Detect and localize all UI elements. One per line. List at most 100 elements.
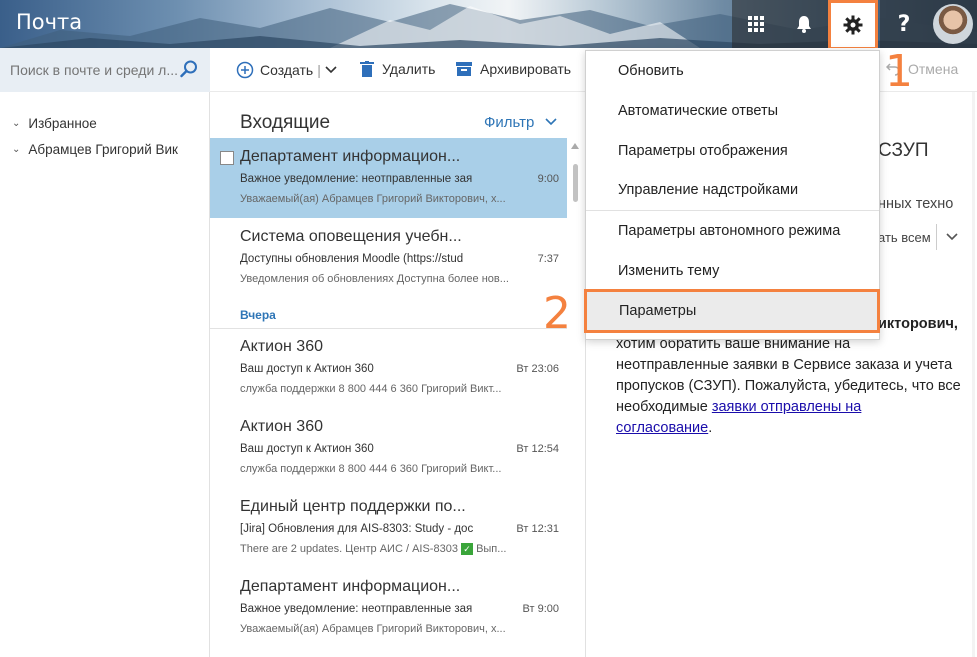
sender-fragment: нных техно bbox=[878, 196, 954, 212]
account-button[interactable] bbox=[928, 0, 977, 48]
message-preview: Уважаемый(ая) Абрамцев Григорий Викторов… bbox=[240, 623, 506, 635]
message-time: Вт 12:54 bbox=[516, 443, 559, 455]
message-preview: Уведомления об обновлениях Доступна боле… bbox=[240, 273, 509, 285]
message-subject: Ваш доступ к Актион 360 bbox=[240, 443, 374, 455]
app-grid-icon bbox=[748, 16, 764, 32]
create-label: Создать bbox=[260, 62, 314, 78]
menu-item-offline-settings[interactable]: Параметры автономного режима bbox=[586, 211, 879, 251]
body-line: пропусков (СЗУП). Пожалуйста, убедитесь,… bbox=[616, 378, 961, 394]
folder-label: Избранное bbox=[28, 116, 97, 131]
message-item[interactable]: Единый центр поддержки по... [Jira] Обно… bbox=[210, 488, 567, 568]
message-time: 9:00 bbox=[537, 173, 559, 185]
requests-link[interactable]: заявки отправлены на bbox=[712, 399, 862, 415]
help-button[interactable]: ? bbox=[880, 0, 928, 48]
message-item[interactable]: Актион 360 Ваш доступ к Актион 360 Вт 23… bbox=[210, 328, 567, 408]
folder-account[interactable]: ⌄ Абрамцев Григорий Вик bbox=[12, 142, 178, 157]
archive-button[interactable]: Архивировать bbox=[456, 61, 571, 77]
step-1-annotation: 1 bbox=[885, 46, 913, 97]
chevron-down-icon bbox=[544, 118, 557, 126]
message-preview: Уважаемый(ая) Абрамцев Григорий Викторов… bbox=[240, 193, 506, 205]
greeting-name: икторович, bbox=[878, 316, 958, 332]
search-input[interactable] bbox=[10, 62, 178, 78]
plus-circle-icon bbox=[236, 61, 254, 79]
list-scrollbar[interactable] bbox=[570, 132, 580, 657]
settings-menu: Обновить Автоматические ответы Параметры… bbox=[584, 50, 880, 340]
message-item[interactable]: Актион 360 Ваш доступ к Актион 360 Вт 12… bbox=[210, 408, 567, 488]
search-icon[interactable] bbox=[180, 60, 198, 78]
settings-button[interactable] bbox=[828, 0, 878, 50]
menu-item-change-theme[interactable]: Изменить тему bbox=[586, 251, 879, 291]
message-subject: Ваш доступ к Актион 360 bbox=[240, 363, 374, 375]
message-subject: Доступны обновления Moodle (https://stud bbox=[240, 253, 464, 265]
day-separator: Вчера bbox=[240, 308, 276, 322]
body-line: необходимые заявки отправлены на bbox=[616, 397, 976, 418]
body-line: неотправленные заявки в Сервисе заказа и… bbox=[616, 357, 953, 373]
menu-item-options[interactable]: Параметры bbox=[584, 289, 880, 333]
folder-title: Входящие bbox=[240, 112, 331, 133]
message-item[interactable]: Департамент информацион... Важное уведом… bbox=[210, 138, 567, 218]
reading-scrollbar[interactable] bbox=[972, 92, 975, 657]
undo-label: Отмена bbox=[908, 61, 959, 77]
menu-item-auto-replies[interactable]: Автоматические ответы bbox=[586, 91, 879, 131]
delete-button[interactable]: Удалить bbox=[360, 61, 435, 77]
message-sender: Департамент информацион... bbox=[240, 148, 461, 165]
trash-icon bbox=[360, 61, 374, 77]
folder-pane: ⌄ Избранное ⌄ Абрамцев Григорий Вик bbox=[0, 48, 210, 657]
body-line: согласование. bbox=[616, 418, 976, 439]
message-time: Вт 9:00 bbox=[522, 603, 559, 615]
message-body: хотим обратить ваше внимание на неотправ… bbox=[616, 334, 976, 439]
create-button[interactable]: Создать | bbox=[236, 61, 337, 79]
message-time: 7:37 bbox=[537, 253, 559, 265]
message-preview: There are 2 updates. Центр АИС / AIS-830… bbox=[240, 543, 507, 556]
message-subject: [Jira] Обновления для AIS-8303: Study - … bbox=[240, 523, 474, 535]
chevron-down-icon: ⌄ bbox=[12, 144, 21, 155]
message-title: СЗУП bbox=[878, 140, 929, 161]
message-subject: Важное уведомление: неотправленные зая bbox=[240, 603, 473, 615]
message-list: Входящие Фильтр Департамент информацион.… bbox=[210, 92, 585, 657]
message-sender: Департамент информацион... bbox=[240, 578, 461, 595]
message-preview: служба поддержки 8 800 444 6 360 Григори… bbox=[240, 383, 502, 395]
message-time: Вт 12:31 bbox=[516, 523, 559, 535]
reply-all-button[interactable]: ать всем bbox=[878, 230, 931, 245]
message-sender: Актион 360 bbox=[240, 418, 323, 435]
help-icon: ? bbox=[897, 11, 911, 37]
message-sender: Актион 360 bbox=[240, 338, 323, 355]
delete-label: Удалить bbox=[382, 61, 436, 77]
scrollbar-thumb[interactable] bbox=[573, 164, 578, 202]
search-box bbox=[0, 48, 210, 92]
chevron-down-icon[interactable] bbox=[325, 65, 337, 75]
chevron-down-icon bbox=[945, 233, 958, 241]
requests-link-cont[interactable]: согласование bbox=[616, 420, 708, 436]
message-time: Вт 23:06 bbox=[516, 363, 559, 375]
message-sender: Единый центр поддержки по... bbox=[240, 498, 466, 515]
avatar bbox=[932, 4, 973, 44]
select-checkbox[interactable] bbox=[220, 151, 234, 165]
app-title[interactable]: Почта bbox=[16, 10, 82, 34]
chevron-down-icon: ⌄ bbox=[12, 118, 21, 129]
divider: | bbox=[317, 62, 321, 78]
preview-text: There are 2 updates. Центр АИС / AIS-830… bbox=[240, 543, 458, 555]
message-item[interactable]: Департамент информацион... Важное уведом… bbox=[210, 568, 567, 648]
step-2-annotation: 2 bbox=[543, 288, 571, 339]
reply-options-button[interactable] bbox=[936, 224, 966, 250]
bell-icon bbox=[797, 16, 811, 33]
filter-button[interactable]: Фильтр bbox=[484, 114, 557, 131]
message-preview: служба поддержки 8 800 444 6 360 Григори… bbox=[240, 463, 502, 475]
app-launcher-button[interactable] bbox=[732, 0, 780, 48]
body-text: необходимые bbox=[616, 399, 712, 415]
folder-favorites[interactable]: ⌄ Избранное bbox=[12, 116, 97, 131]
message-sender: Система оповещения учебн... bbox=[240, 228, 462, 245]
gear-icon bbox=[843, 15, 863, 35]
menu-item-manage-addins[interactable]: Управление надстройками bbox=[586, 170, 879, 210]
menu-item-refresh[interactable]: Обновить bbox=[586, 51, 879, 91]
message-subject: Важное уведомление: неотправленные зая bbox=[240, 173, 473, 185]
message-item[interactable]: Система оповещения учебн... Доступны обн… bbox=[210, 218, 567, 298]
preview-tail: Вып... bbox=[476, 543, 507, 555]
checkmark-icon: ✓ bbox=[461, 543, 473, 556]
menu-item-display-settings[interactable]: Параметры отображения bbox=[586, 131, 879, 171]
scroll-up-icon[interactable] bbox=[570, 142, 580, 150]
filter-label: Фильтр bbox=[484, 114, 535, 131]
archive-icon bbox=[456, 62, 472, 76]
archive-label: Архивировать bbox=[480, 61, 572, 77]
notifications-button[interactable] bbox=[780, 0, 828, 48]
